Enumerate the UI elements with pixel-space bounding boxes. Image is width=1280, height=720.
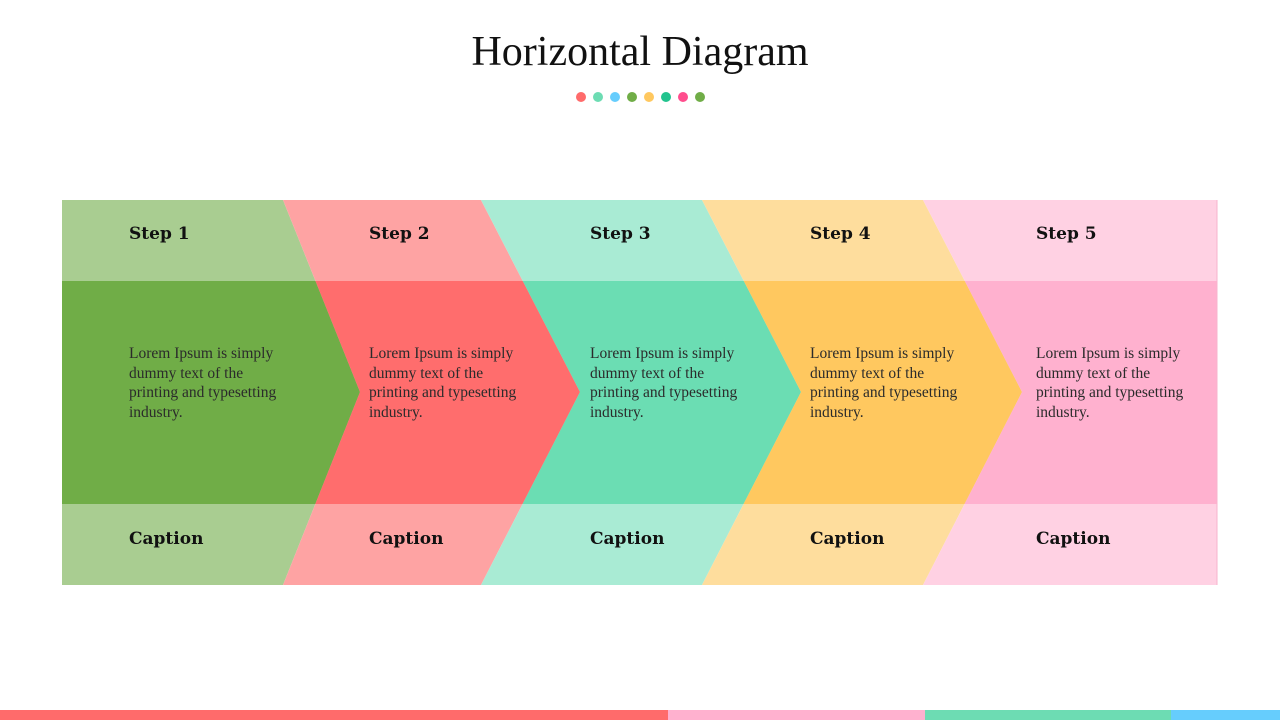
bar-segment [1171,710,1280,720]
bar-segment [668,710,925,720]
step-4-caption: Caption [810,529,885,549]
step-5-label: Step 5 [1036,224,1097,244]
step-5-caption: Caption [1036,529,1111,549]
step-2-label: Step 2 [369,224,430,244]
step-4-label: Step 4 [810,224,871,244]
step-2-caption: Caption [369,529,444,549]
bar-segment [925,710,1171,720]
step-2-description: Lorem Ipsum is simply dummy text of the … [369,345,517,421]
step-3-caption: Caption [590,529,665,549]
step-5-description: Lorem Ipsum is simply dummy text of the … [1036,345,1184,421]
step-4-description: Lorem Ipsum is simply dummy text of the … [810,345,958,421]
bar-segment [0,710,668,720]
step-1-label: Step 1 [129,224,190,244]
step-3-description: Lorem Ipsum is simply dummy text of the … [590,345,738,421]
bottom-color-bar [0,710,1280,720]
step-1-caption: Caption [129,529,204,549]
step-3-label: Step 3 [590,224,651,244]
step-1-description: Lorem Ipsum is simply dummy text of the … [129,345,277,421]
